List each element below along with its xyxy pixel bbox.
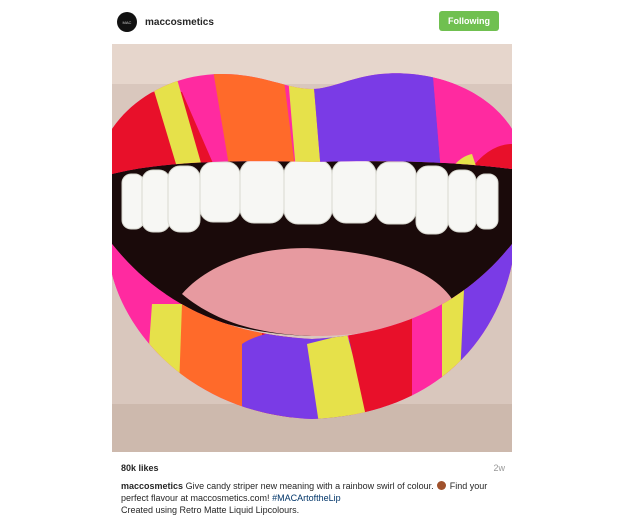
post-caption: maccosmetics Give candy striper new mean… bbox=[121, 480, 511, 516]
post-timestamp: 2w bbox=[493, 463, 505, 473]
likes-count[interactable]: 80k likes bbox=[121, 463, 159, 473]
avatar[interactable]: MAC bbox=[117, 12, 137, 32]
caption-hashtag-link[interactable]: #MACArtoftheLip bbox=[272, 493, 341, 503]
username-link[interactable]: maccosmetics bbox=[145, 17, 214, 28]
post-header: MAC maccosmetics Following bbox=[112, 0, 512, 44]
caption-line-3: Created using Retro Matte Liquid Lipcolo… bbox=[121, 505, 300, 515]
avatar-logo-text: MAC bbox=[122, 19, 132, 25]
lipstick-emoji-icon bbox=[437, 481, 447, 490]
caption-username[interactable]: maccosmetics bbox=[121, 481, 183, 491]
following-button[interactable]: Following bbox=[439, 11, 499, 31]
lips-photo bbox=[112, 44, 512, 452]
caption-text-1: Give candy striper new meaning with a ra… bbox=[185, 481, 434, 491]
post-image[interactable] bbox=[112, 44, 512, 452]
